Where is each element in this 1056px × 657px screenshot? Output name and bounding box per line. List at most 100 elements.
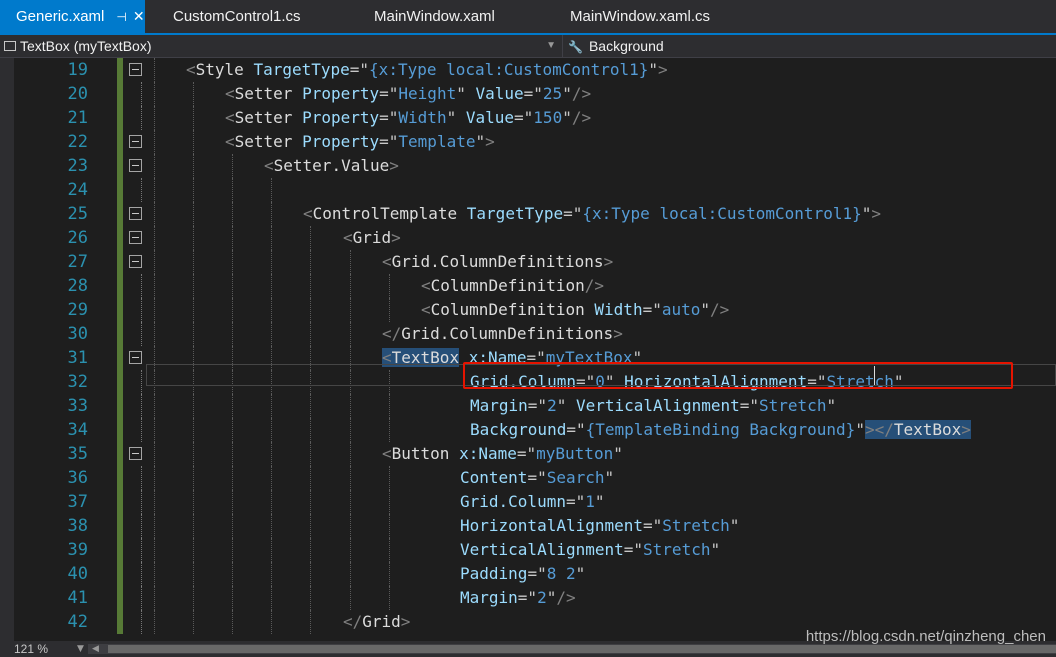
line-number: 25 xyxy=(67,204,88,224)
tab-mainwindow-xaml[interactable]: MainWindow.xaml xyxy=(374,0,495,33)
code-text: <ColumnDefinition/> xyxy=(421,276,605,295)
line-number: 33 xyxy=(67,396,88,416)
code-line: 33 Margin="2" VerticalAlignment="Stretch… xyxy=(0,394,1056,418)
code-text: <Grid.ColumnDefinitions> xyxy=(382,252,614,271)
collapse-icon[interactable] xyxy=(129,255,142,268)
line-number: 29 xyxy=(67,300,88,320)
property-dropdown[interactable]: 🔧 Background xyxy=(568,35,664,57)
change-indicator xyxy=(117,58,123,82)
line-number: 21 xyxy=(67,108,88,128)
code-line: 36 Content="Search" xyxy=(0,466,1056,490)
code-text: Background="{TemplateBinding Background}… xyxy=(470,420,971,439)
line-number: 19 xyxy=(67,60,88,80)
code-line: 34 Background="{TemplateBinding Backgrou… xyxy=(0,418,1056,442)
code-editor[interactable]: 19 <Style TargetType="{x:Type local:Cust… xyxy=(0,58,1056,641)
code-text: <Style TargetType="{x:Type local:CustomC… xyxy=(186,60,668,79)
line-number: 22 xyxy=(67,132,88,152)
code-text: HorizontalAlignment="Stretch" xyxy=(460,516,740,535)
code-text: </Grid.ColumnDefinitions> xyxy=(382,324,623,343)
close-icon[interactable]: ✕ xyxy=(133,8,145,24)
textbox-icon xyxy=(4,41,16,51)
code-line: 20 <Setter Property="Height" Value="25"/… xyxy=(0,82,1056,106)
collapse-icon[interactable] xyxy=(129,207,142,220)
scrollbar-thumb[interactable] xyxy=(108,645,1056,653)
tab-mainwindow-xaml-cs[interactable]: MainWindow.xaml.cs xyxy=(570,0,710,33)
code-line: 29 <ColumnDefinition Width="auto"/> xyxy=(0,298,1056,322)
code-line: 37 Grid.Column="1" xyxy=(0,490,1056,514)
line-number: 36 xyxy=(67,468,88,488)
highlight-annotation-box xyxy=(463,362,1013,389)
line-number: 34 xyxy=(67,420,88,440)
line-number: 37 xyxy=(67,492,88,512)
line-number: 38 xyxy=(67,516,88,536)
scroll-left-icon[interactable]: ◀ xyxy=(92,641,99,657)
code-text: Margin="2"/> xyxy=(460,588,576,607)
code-line: 22 <Setter Property="Template"> xyxy=(0,130,1056,154)
code-line: 19 <Style TargetType="{x:Type local:Cust… xyxy=(0,58,1056,82)
code-line: 38 HorizontalAlignment="Stretch" xyxy=(0,514,1056,538)
code-line: 21 <Setter Property="Width" Value="150"/… xyxy=(0,106,1056,130)
tab-customcontrol1-cs[interactable]: CustomControl1.cs xyxy=(173,0,301,33)
tab-generic-xaml[interactable]: Generic.xaml ⊣ ✕ xyxy=(0,0,145,33)
code-text: <Setter.Value> xyxy=(264,156,399,175)
code-text: <Setter Property="Height" Value="25"/> xyxy=(225,84,592,103)
code-text: Padding="8 2" xyxy=(460,564,586,583)
chevron-down-icon[interactable]: ▼ xyxy=(546,35,556,57)
navigation-bar: TextBox (myTextBox) ▼ 🔧 Background xyxy=(0,35,1056,58)
code-line: 40 Padding="8 2" xyxy=(0,562,1056,586)
code-line: 39 VerticalAlignment="Stretch" xyxy=(0,538,1056,562)
code-text: VerticalAlignment="Stretch" xyxy=(460,540,721,559)
line-number: 40 xyxy=(67,564,88,584)
collapse-icon[interactable] xyxy=(129,63,142,76)
document-tab-bar: Generic.xaml ⊣ ✕ CustomControl1.cs MainWin… xyxy=(0,0,1056,35)
collapse-icon[interactable] xyxy=(129,159,142,172)
property-dropdown-value: Background xyxy=(588,38,664,54)
code-line: 30 </Grid.ColumnDefinitions> xyxy=(0,322,1056,346)
code-text: <Setter Property="Template"> xyxy=(225,132,495,151)
line-number: 26 xyxy=(67,228,88,248)
code-text: Grid.Column="1" xyxy=(460,492,605,511)
chevron-down-icon[interactable]: ▼ xyxy=(77,641,84,657)
line-number: 35 xyxy=(67,444,88,464)
line-number: 31 xyxy=(67,348,88,368)
line-number: 27 xyxy=(67,252,88,272)
code-text: Content="Search" xyxy=(460,468,615,487)
code-text: <ColumnDefinition Width="auto"/> xyxy=(421,300,730,319)
tab-label: Generic.xaml xyxy=(16,8,105,25)
zoom-level[interactable]: 121 % xyxy=(14,641,48,657)
line-number: 39 xyxy=(67,540,88,560)
code-text: Margin="2" VerticalAlignment="Stretch" xyxy=(470,396,837,415)
line-number: 24 xyxy=(67,180,88,200)
wrench-icon: 🔧 xyxy=(568,40,583,54)
code-line: 26 <Grid> xyxy=(0,226,1056,250)
tab-label: MainWindow.xaml xyxy=(374,8,495,25)
code-text: <Button x:Name="myButton" xyxy=(382,444,623,463)
line-number: 28 xyxy=(67,276,88,296)
line-number: 41 xyxy=(67,588,88,608)
line-number: 20 xyxy=(67,84,88,104)
element-dropdown-value: TextBox (myTextBox) xyxy=(20,38,152,54)
element-dropdown[interactable]: TextBox (myTextBox) ▼ xyxy=(0,35,563,57)
collapse-icon[interactable] xyxy=(129,351,142,364)
line-number: 32 xyxy=(67,372,88,392)
collapse-icon[interactable] xyxy=(129,447,142,460)
code-line: 27 <Grid.ColumnDefinitions> xyxy=(0,250,1056,274)
code-text: </Grid> xyxy=(343,612,411,631)
code-line: 35 <Button x:Name="myButton" xyxy=(0,442,1056,466)
code-text: <ControlTemplate TargetType="{x:Type loc… xyxy=(303,204,882,223)
tab-label: MainWindow.xaml.cs xyxy=(570,8,711,25)
code-text: <Grid> xyxy=(343,228,401,247)
line-number: 42 xyxy=(67,612,88,632)
code-line: 23 <Setter.Value> xyxy=(0,154,1056,178)
code-text: <Setter Property="Width" Value="150"/> xyxy=(225,108,592,127)
code-line: 28 <ColumnDefinition/> xyxy=(0,274,1056,298)
collapse-icon[interactable] xyxy=(129,135,142,148)
code-line: 41 Margin="2"/> xyxy=(0,586,1056,610)
tab-label: CustomControl1.cs xyxy=(173,8,301,25)
collapse-icon[interactable] xyxy=(129,231,142,244)
code-line: 25 <ControlTemplate TargetType="{x:Type … xyxy=(0,202,1056,226)
code-line: 24 xyxy=(0,178,1056,202)
pin-icon[interactable]: ⊣ xyxy=(116,10,126,24)
watermark: https://blog.csdn.net/qinzheng_chen xyxy=(805,628,1046,645)
line-number: 23 xyxy=(67,156,88,176)
